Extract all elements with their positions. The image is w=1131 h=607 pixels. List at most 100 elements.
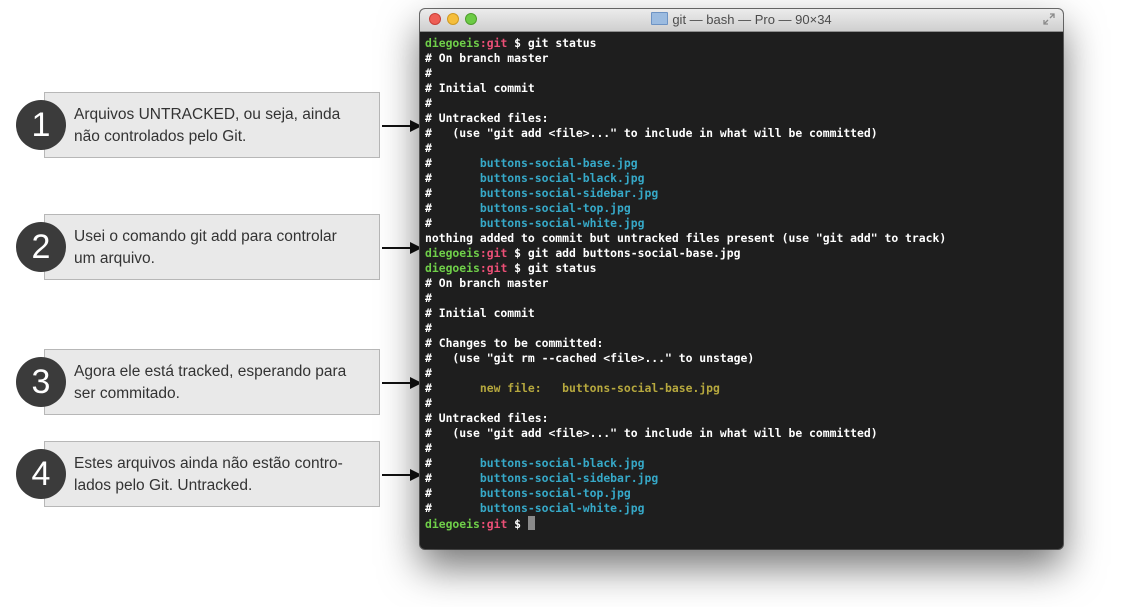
callout-2: 2 Usei o comando git add para controlar … xyxy=(16,214,422,282)
callout-number: 2 xyxy=(16,222,66,272)
output-text: # xyxy=(425,186,432,200)
output-text: # xyxy=(425,291,432,305)
prompt-separator: : xyxy=(479,246,487,260)
untracked-file: buttons-social-black.jpg xyxy=(431,456,645,470)
callout-number: 1 xyxy=(16,100,66,150)
callout-4: 4 Estes arquivos ainda não estão contro-… xyxy=(16,441,422,509)
terminal-line: # buttons-social-white.jpg xyxy=(425,216,1059,231)
callout-number: 4 xyxy=(16,449,66,499)
terminal-line: nothing added to commit but untracked fi… xyxy=(425,231,1059,246)
output-text: nothing added to commit but untracked fi… xyxy=(425,231,947,245)
terminal-line: # buttons-social-top.jpg xyxy=(425,486,1059,501)
output-text: # xyxy=(425,141,432,155)
output-text: # xyxy=(425,501,432,515)
terminal-line: # (use "git add <file>..." to include in… xyxy=(425,126,1059,141)
terminal-line: # xyxy=(425,96,1059,111)
prompt-symbol: $ xyxy=(507,36,528,50)
fullscreen-icon[interactable] xyxy=(1043,13,1055,25)
output-text: # xyxy=(425,201,432,215)
output-text: # Changes to be committed: xyxy=(425,336,604,350)
output-text: # On branch master xyxy=(425,51,549,65)
arrow-right-icon xyxy=(382,242,422,254)
terminal-line: # Untracked files: xyxy=(425,111,1059,126)
output-text: # Untracked files: xyxy=(425,411,549,425)
output-text: # xyxy=(425,96,432,110)
folder-icon xyxy=(651,12,669,25)
output-text: # xyxy=(425,366,432,380)
terminal-line: # buttons-social-sidebar.jpg xyxy=(425,186,1059,201)
callout-3: 3 Agora ele está tracked, esperando para… xyxy=(16,349,422,417)
output-text: # xyxy=(425,396,432,410)
arrow-right-icon xyxy=(382,377,422,389)
command-text: git status xyxy=(527,36,597,50)
untracked-file: buttons-social-white.jpg xyxy=(431,216,645,230)
callout-number: 3 xyxy=(16,357,66,407)
prompt-symbol: $ xyxy=(507,517,528,531)
terminal-line: # buttons-social-sidebar.jpg xyxy=(425,471,1059,486)
output-text: # xyxy=(425,66,432,80)
terminal-line: # xyxy=(425,321,1059,336)
output-text: # xyxy=(425,156,432,170)
prompt-symbol: $ xyxy=(507,261,528,275)
command-text: git add buttons-social-base.jpg xyxy=(527,246,741,260)
prompt-directory: git xyxy=(486,36,508,50)
window-title: git — bash — Pro — 90×34 xyxy=(672,12,832,27)
prompt-separator: : xyxy=(479,36,487,50)
output-text: # (use "git rm --cached <file>..." to un… xyxy=(425,351,755,365)
untracked-file: buttons-social-sidebar.jpg xyxy=(431,471,659,485)
callout-1: 1 Arquivos UNTRACKED, ou seja, ainda não… xyxy=(16,92,422,160)
output-text: # Untracked files: xyxy=(425,111,549,125)
terminal-line: # xyxy=(425,441,1059,456)
arrow-right-icon xyxy=(382,120,422,132)
output-text: # (use "git add <file>..." to include in… xyxy=(425,126,878,140)
output-text: # Initial commit xyxy=(425,81,535,95)
terminal-output[interactable]: diegoeis:git $ git status # On branch mas… xyxy=(425,36,1059,531)
untracked-file: buttons-social-top.jpg xyxy=(431,201,631,215)
terminal-line: # (use "git rm --cached <file>..." to un… xyxy=(425,351,1059,366)
prompt-directory: git xyxy=(486,261,508,275)
output-text: # xyxy=(425,216,432,230)
window-title-wrap: git — bash — Pro — 90×34 xyxy=(420,12,1063,27)
terminal-line: # xyxy=(425,66,1059,81)
prompt-separator: : xyxy=(479,261,487,275)
prompt-directory: git xyxy=(486,246,508,260)
output-text: # xyxy=(425,441,432,455)
terminal-line: # buttons-social-black.jpg xyxy=(425,171,1059,186)
output-text: # Initial commit xyxy=(425,306,535,320)
command-text: git status xyxy=(527,261,597,275)
output-text: # xyxy=(425,471,432,485)
terminal-line: # buttons-social-white.jpg xyxy=(425,501,1059,516)
title-bar[interactable]: git — bash — Pro — 90×34 xyxy=(420,9,1063,32)
callout-text: Estes arquivos ainda não estão contro- l… xyxy=(74,455,343,494)
untracked-file: buttons-social-top.jpg xyxy=(431,486,631,500)
prompt-symbol: $ xyxy=(507,246,528,260)
terminal-line: # xyxy=(425,291,1059,306)
callout-text: Arquivos UNTRACKED, ou seja, ainda não c… xyxy=(74,106,341,145)
untracked-file: buttons-social-white.jpg xyxy=(431,501,645,515)
terminal-line: # Untracked files: xyxy=(425,411,1059,426)
terminal-line: # buttons-social-black.jpg xyxy=(425,456,1059,471)
terminal-line: diegoeis:git $ git status xyxy=(425,261,1059,276)
terminal-line: # Changes to be committed: xyxy=(425,336,1059,351)
untracked-file: buttons-social-sidebar.jpg xyxy=(431,186,659,200)
terminal-line: # Initial commit xyxy=(425,306,1059,321)
output-text: # (use "git add <file>..." to include in… xyxy=(425,426,878,440)
terminal-line: # xyxy=(425,141,1059,156)
prompt-separator: : xyxy=(479,517,487,531)
prompt-user: diegoeis xyxy=(425,36,480,50)
arrow-right-icon xyxy=(382,469,422,481)
prompt-directory: git xyxy=(486,517,508,531)
prompt-user: diegoeis xyxy=(425,517,480,531)
output-text: # xyxy=(425,381,432,395)
terminal-line: # xyxy=(425,396,1059,411)
terminal-line: # new file: buttons-social-base.jpg xyxy=(425,381,1059,396)
terminal-line: diegoeis:git $ git add buttons-social-ba… xyxy=(425,246,1059,261)
terminal-line: diegoeis:git $ xyxy=(425,516,1059,531)
output-text: # xyxy=(425,486,432,500)
callout-text: Usei o comando git add para controlar um… xyxy=(74,228,337,267)
terminal-line: # buttons-social-base.jpg xyxy=(425,156,1059,171)
terminal-window: git — bash — Pro — 90×34 diegoeis:git $ … xyxy=(420,9,1063,549)
terminal-line: # On branch master xyxy=(425,51,1059,66)
output-text: # xyxy=(425,171,432,185)
terminal-line: # buttons-social-top.jpg xyxy=(425,201,1059,216)
